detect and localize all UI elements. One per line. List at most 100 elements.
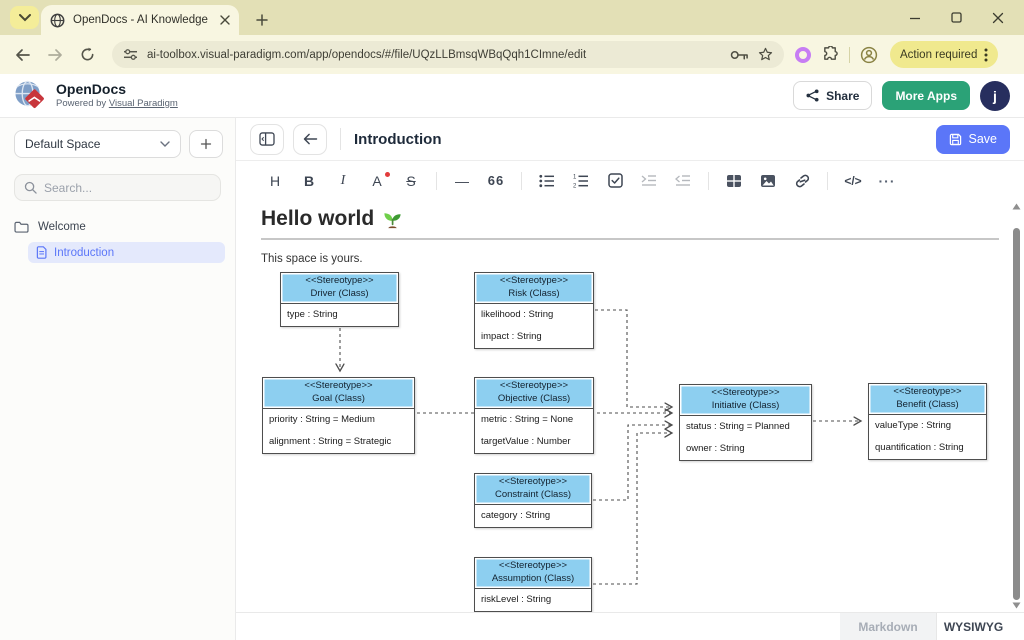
- class-objective-header: <<Stereotype>>Objective (Class): [475, 378, 593, 409]
- search-placeholder: Search...: [44, 181, 92, 195]
- class-initiative[interactable]: <<Stereotype>>Initiative (Class) status …: [679, 384, 812, 461]
- more-tools-button[interactable]: ···: [878, 173, 896, 189]
- code-block-button[interactable]: </>: [844, 174, 862, 188]
- blockquote-button[interactable]: 66: [487, 173, 505, 188]
- insert-image-button[interactable]: [759, 174, 777, 188]
- extension-ring-icon[interactable]: [794, 46, 812, 64]
- outdent-button[interactable]: [674, 174, 692, 187]
- save-button[interactable]: Save: [936, 125, 1011, 154]
- back-button[interactable]: [12, 48, 34, 62]
- sidebar-item-welcome[interactable]: Welcome: [0, 215, 235, 239]
- svg-text:2: 2: [573, 183, 577, 188]
- class-assumption-header: <<Stereotype>>Assumption (Class): [475, 558, 591, 589]
- link-icon: [794, 174, 811, 188]
- add-space-button[interactable]: [189, 130, 223, 158]
- class-risk-header: <<Stereotype>>Risk (Class): [475, 273, 593, 304]
- class-attribute: quantification : String: [869, 437, 986, 459]
- close-icon[interactable]: [992, 12, 1004, 24]
- bullet-list-button[interactable]: [538, 174, 556, 188]
- class-objective[interactable]: <<Stereotype>>Objective (Class) metric :…: [474, 377, 594, 454]
- browser-tab[interactable]: OpenDocs - AI Knowledge Base: [41, 5, 239, 35]
- wysiwyg-mode-tab[interactable]: WYSIWYG: [936, 613, 1010, 640]
- outdent-icon: [675, 174, 691, 187]
- class-goal[interactable]: <<Stereotype>>Goal (Class) priority : St…: [262, 377, 415, 454]
- class-attribute: riskLevel : String: [475, 589, 591, 611]
- insert-table-button[interactable]: [725, 174, 743, 188]
- user-avatar[interactable]: j: [980, 81, 1010, 111]
- class-attribute: valueType : String: [869, 415, 986, 437]
- reload-icon: [80, 47, 95, 62]
- horizontal-rule-button[interactable]: —: [453, 173, 471, 189]
- chevron-down-icon: [160, 141, 170, 147]
- class-attribute: metric : String = None: [475, 409, 593, 431]
- collapse-sidebar-button[interactable]: [250, 124, 284, 155]
- tab-search-button[interactable]: [10, 6, 39, 29]
- page-label: Introduction: [54, 247, 114, 259]
- minimize-icon[interactable]: [909, 12, 921, 24]
- class-benefit[interactable]: <<Stereotype>>Benefit (Class) valueType …: [868, 383, 987, 460]
- search-input[interactable]: Search...: [14, 174, 221, 201]
- plus-icon: [256, 14, 268, 26]
- class-risk[interactable]: <<Stereotype>>Risk (Class) likelihood : …: [474, 272, 594, 349]
- class-constraint-header: <<Stereotype>>Constraint (Class): [475, 474, 591, 505]
- browser-window: OpenDocs - AI Knowledge Base ai-toolbox.…: [0, 0, 1024, 640]
- page-title: Introduction: [354, 131, 441, 148]
- font-color-button[interactable]: A: [368, 173, 386, 189]
- indent-icon: [641, 174, 657, 187]
- doc-heading: Hello world: [261, 207, 1024, 231]
- editor-header: Introduction Save: [236, 118, 1024, 161]
- share-button[interactable]: Share: [793, 81, 872, 110]
- font-color-glyph: A: [372, 173, 381, 189]
- document-area[interactable]: Hello world This space is yours.: [236, 200, 1024, 612]
- insert-link-button[interactable]: [793, 174, 811, 188]
- back-button-editor[interactable]: [293, 124, 327, 155]
- sidebar-item-introduction[interactable]: Introduction: [28, 242, 225, 263]
- maximize-icon[interactable]: [951, 12, 962, 23]
- sidebar: Default Space Search... Welcome Introduc…: [0, 118, 236, 640]
- reload-button[interactable]: [76, 47, 98, 62]
- indent-button[interactable]: [640, 174, 658, 187]
- italic-button[interactable]: I: [334, 173, 352, 189]
- space-selector[interactable]: Default Space: [14, 130, 181, 158]
- bookmark-star-icon[interactable]: [758, 47, 773, 62]
- forward-button[interactable]: [44, 48, 66, 62]
- seedling-emoji: [382, 209, 403, 230]
- powered-by-prefix: Powered by: [56, 98, 109, 109]
- kebab-menu-icon[interactable]: [984, 48, 988, 62]
- formatting-toolbar: H B I A S — 66 12 </> ···: [236, 161, 1024, 200]
- heading-button[interactable]: H: [266, 173, 284, 189]
- scroll-down-icon[interactable]: [1012, 602, 1021, 609]
- site-settings-icon[interactable]: [123, 48, 138, 61]
- profile-icon[interactable]: [860, 46, 878, 64]
- class-initiative-header: <<Stereotype>>Initiative (Class): [680, 385, 811, 416]
- class-attribute: priority : String = Medium: [263, 409, 414, 431]
- opendocs-logo-icon: [14, 80, 47, 112]
- action-required-chip[interactable]: Action required: [890, 41, 998, 68]
- brand: OpenDocs Powered by Visual Paradigm: [14, 80, 178, 112]
- class-assumption[interactable]: <<Stereotype>>Assumption (Class) riskLev…: [474, 557, 592, 612]
- task-list-button[interactable]: [606, 173, 624, 188]
- address-bar[interactable]: ai-toolbox.visual-paradigm.com/app/opend…: [112, 41, 784, 68]
- vertical-scrollbar[interactable]: [1010, 200, 1023, 612]
- class-attribute: targetValue : Number: [475, 431, 593, 453]
- strikethrough-button[interactable]: S: [402, 173, 420, 189]
- plus-icon: [200, 138, 212, 150]
- scrollbar-thumb[interactable]: [1013, 228, 1020, 600]
- password-key-icon[interactable]: [730, 49, 749, 61]
- editor-footer: Markdown WYSIWYG: [236, 612, 1024, 640]
- extensions-puzzle-icon[interactable]: [822, 46, 839, 63]
- browser-toolbar: ai-toolbox.visual-paradigm.com/app/opend…: [0, 35, 1024, 74]
- markdown-mode-tab[interactable]: Markdown: [840, 613, 936, 640]
- doc-heading-text: Hello world: [261, 207, 374, 231]
- bold-button[interactable]: B: [300, 173, 318, 189]
- class-driver[interactable]: <<Stereotype>>Driver (Class) type : Stri…: [280, 272, 399, 327]
- new-tab-button[interactable]: [250, 8, 274, 32]
- class-constraint[interactable]: <<Stereotype>>Constraint (Class) categor…: [474, 473, 592, 528]
- tab-close-icon[interactable]: [220, 15, 230, 25]
- more-apps-button[interactable]: More Apps: [882, 81, 970, 110]
- ordered-list-button[interactable]: 12: [572, 174, 590, 188]
- visual-paradigm-link[interactable]: Visual Paradigm: [109, 98, 178, 109]
- scroll-up-icon[interactable]: [1012, 203, 1021, 210]
- toolbar-divider: [436, 172, 437, 190]
- toolbar-divider: [849, 47, 850, 63]
